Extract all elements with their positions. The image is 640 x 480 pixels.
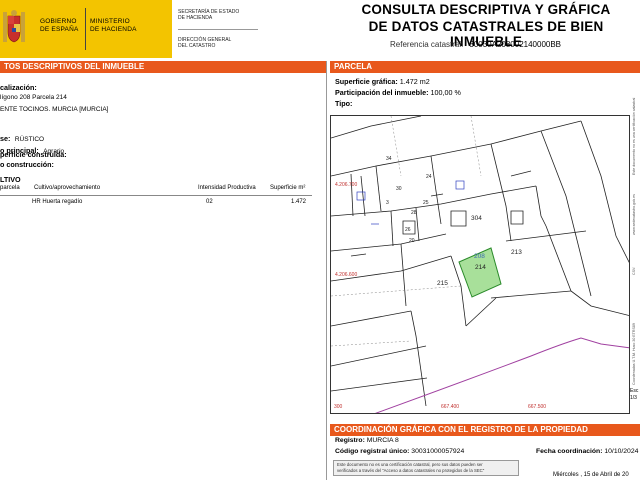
th-superficie: Superficie m² (270, 185, 306, 191)
parcel-25-label: 25 (423, 200, 429, 206)
parcel-26-label: 26 (405, 227, 411, 233)
parcel-3-label: 3 (386, 200, 389, 206)
direccion-line2: DEL CATASTRO (178, 43, 216, 49)
document-title-line1: CONSULTA DESCRIPTIVA Y GRÁFICA (361, 2, 611, 17)
parcel-215-label: 215 (437, 280, 448, 287)
axis-y-label-bottom: 4.206.600 (335, 272, 358, 278)
parcel-213-label: 213 (511, 249, 522, 256)
participacion-row: Participación del inmueble: 100,00 % (335, 88, 461, 97)
axis-y-label-top: 4.206.700 (335, 182, 358, 188)
parcel-20-label: 20 (409, 238, 415, 244)
td-cultivo: HR Huerta regadío (32, 199, 83, 205)
cadastral-map-drawing: 304 213 215 208 214 34 30 3 25 24 28 26 … (331, 116, 629, 413)
fecha-value: 10/10/2024 (604, 448, 639, 455)
parcel-30-label: 30 (396, 186, 402, 192)
superficie-grafica-row: Superficie gráfica: 1.472 m2 (335, 77, 430, 86)
td-intensidad: 02 (206, 199, 213, 205)
superficie-grafica-value: 1.472 m2 (399, 77, 430, 86)
registro-label: Registro: (335, 437, 365, 444)
side-text-1: Este documento no es una certificación c… (632, 97, 636, 175)
ministerio-label: MINISTERIO (90, 18, 130, 25)
logo-divider (85, 8, 86, 50)
parcel-304-label: 304 (471, 215, 482, 222)
side-text-3: CSV: (632, 266, 636, 275)
side-text-4: Coordenadas U.T.M. Huso 30 ETRS89 (632, 323, 636, 385)
secretaria-line2: DE HACIENDA (178, 15, 213, 21)
coordinacion-bar: COORDINACIÓN GRÁFICA CON EL REGISTRO DE … (330, 424, 640, 436)
hacienda-label: DE HACIENDA (90, 26, 137, 33)
registro-value: MURCIA 8 (366, 437, 399, 444)
localizacion-label: calización: (0, 83, 37, 92)
axis-x-label-1: 300 (334, 404, 343, 410)
codigo-registral-row: Código registral único: 30031000057924 (335, 448, 464, 455)
codigo-label: Código registral único: (335, 448, 410, 455)
panel-divider (326, 61, 327, 480)
map-side-legend: Este documento no es una certificación c… (630, 98, 640, 414)
localizacion-line2: ENTE TOCINOS. MURCIA [MURCIA] (0, 106, 109, 113)
superficie-construida-label: perficie construida: (0, 150, 67, 159)
registro-row: Registro: MURCIA 8 (335, 437, 399, 444)
participacion-label: Participación del inmueble: (335, 88, 429, 97)
parcel-28-label: 28 (411, 210, 417, 216)
th-intensidad: Intensidad Productiva (198, 185, 256, 191)
spain-coat-of-arms-icon (3, 10, 25, 43)
espana-label: DE ESPAÑA (40, 26, 79, 33)
note-line2: verificados a través del "Acceso a datos… (337, 467, 485, 473)
th-cultivo: Cultivo/aprovechamiento (34, 185, 101, 191)
td-superficie: 1.472 (291, 199, 307, 205)
referencia-label: Referencia catastral: (390, 40, 464, 49)
gobierno-label: GOBIERNO (40, 18, 77, 25)
axis-x-label-2: 667.400 (441, 404, 460, 410)
ano-construccion-label: o construcción: (0, 160, 54, 169)
disclaimer-note: Este documento no es una certificación c… (333, 460, 519, 476)
parcel-24-label: 24 (426, 174, 432, 180)
escala-value: 1/3 (630, 395, 637, 401)
referencia-catastral: Referencia catastral: 30030A208002140000B… (390, 40, 561, 49)
cadastral-map[interactable]: 304 213 215 208 214 34 30 3 25 24 28 26 … (330, 115, 630, 414)
escala-label: Esc (630, 388, 639, 394)
tipo-label: Tipo: (335, 99, 353, 108)
cultivo-title: LTIVO (0, 175, 21, 184)
fecha-coordinacion-row: Fecha coordinación: 10/10/2024 (536, 448, 638, 455)
header-separator (178, 29, 258, 30)
th-subparcela: parcela (0, 185, 20, 191)
parcela-bar: PARCELA (330, 61, 640, 73)
superficie-grafica-label: Superficie gráfica: (335, 77, 398, 86)
footer-date: Miércoles , 15 de Abril de 20 (553, 472, 629, 478)
parcel-208-label: 208 (474, 253, 485, 260)
parcel-214-label: 214 (475, 264, 486, 271)
referencia-value: 30030A208002140000BB (469, 40, 562, 49)
side-text-2: www.sedecatastro.gob.es (632, 194, 636, 235)
axis-x-label-3: 667.500 (528, 404, 547, 410)
parcel-34-label: 34 (386, 156, 392, 162)
codigo-value: 30031000057924 (411, 448, 465, 455)
fecha-label: Fecha coordinación: (536, 448, 603, 455)
participacion-value: 100,00 % (430, 88, 461, 97)
cultivo-table-header: parcela Cultivo/aprovechamiento Intensid… (0, 184, 312, 196)
tipo-row: Tipo: (335, 99, 352, 108)
localizacion-line1: lígono 208 Parcela 214 (0, 94, 67, 101)
datos-descriptivos-bar: TOS DESCRIPTIVOS DEL INMUEBLE (0, 61, 326, 73)
